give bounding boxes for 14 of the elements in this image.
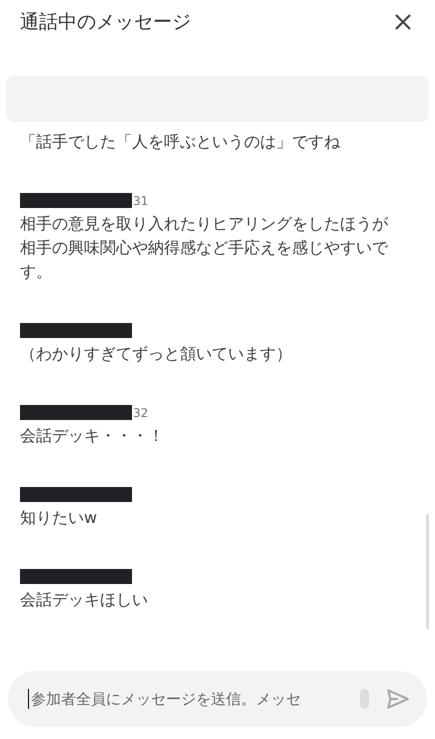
message-input[interactable]: 参加者全員にメッセージを送信。メッセ: [29, 689, 352, 709]
message-text: 「話手でした「人を呼ぶというのは」ですね: [20, 131, 341, 153]
close-icon[interactable]: [393, 12, 413, 32]
message-text: 知りたいw: [20, 507, 98, 529]
message-time: 32: [133, 406, 148, 420]
message-text: 会話デッキほしい: [20, 589, 149, 611]
panel-title: 通話中のメッセージ: [20, 10, 191, 35]
message-time: 31: [133, 194, 148, 208]
message-text: 相手の意見を取り入れたりヒアリングをしたほうが相手の興味関心や納得感など手応えを感じやすいです。: [20, 213, 390, 283]
send-icon[interactable]: [385, 686, 411, 712]
scrollbar[interactable]: [426, 514, 429, 629]
message-text: 会話デッキ・・・！: [20, 425, 165, 447]
message-field[interactable]: 参加者全員にメッセージを送信。メッセ: [8, 671, 427, 727]
message-text: （わかりすぎてずっと頷いています）: [20, 343, 293, 365]
